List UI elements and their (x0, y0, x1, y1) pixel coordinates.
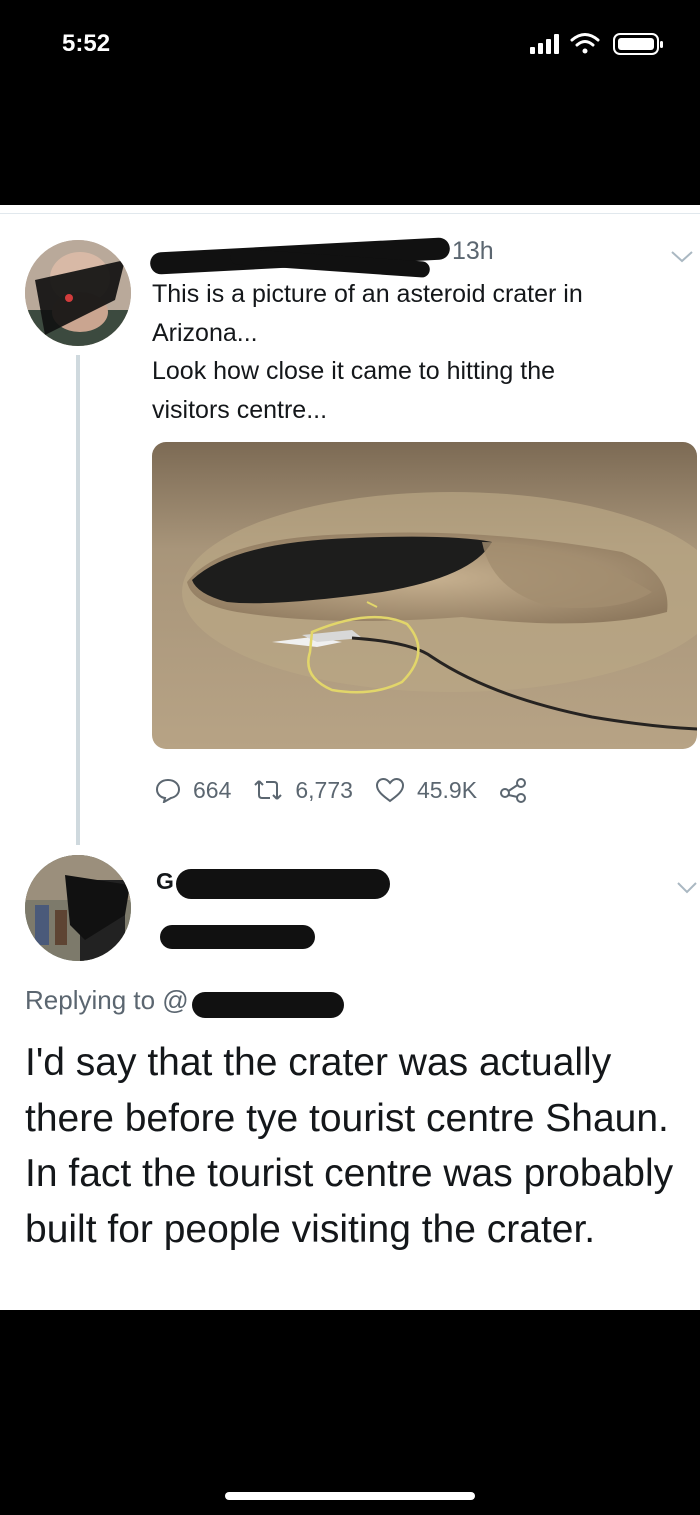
redacted-handle (160, 925, 315, 949)
like-count: 45.9K (416, 776, 478, 803)
share-icon (500, 778, 527, 803)
chevron-down-icon[interactable] (676, 874, 698, 902)
retweet-icon (254, 780, 283, 800)
avatar[interactable] (25, 855, 131, 961)
reply-icon (155, 778, 181, 803)
tweet-text-line: This is a picture of an asteroid crater … (152, 280, 583, 308)
battery-icon (613, 33, 663, 55)
tweet-thread: 13h This is a picture of an asteroid cra… (0, 205, 700, 1310)
like-button[interactable]: 45.9K (375, 777, 477, 804)
status-time: 5:52 (62, 30, 111, 57)
chevron-down-icon[interactable] (670, 243, 694, 271)
share-button[interactable] (499, 777, 541, 803)
avatar[interactable] (25, 240, 131, 346)
wifi-icon (570, 33, 600, 54)
retweet-count: 6,773 (295, 776, 353, 803)
redacted-name (176, 869, 390, 899)
status-bar: 5:52 (0, 0, 700, 205)
divider (0, 213, 700, 214)
retweet-button[interactable]: 6,773 (253, 777, 353, 804)
thread-connector (76, 355, 80, 845)
reply-text: I'd say that the crater was actually the… (25, 1041, 674, 1251)
replying-to: Replying to @ (25, 985, 189, 1015)
system-icons (530, 30, 670, 65)
tweet-timestamp: 13h (452, 237, 494, 265)
reply-count: 664 (193, 776, 232, 803)
tweet-image[interactable] (152, 442, 697, 749)
tweet-text-line: Look how close it came to hitting the (152, 357, 556, 385)
tweet-text-line: Arizona... (152, 318, 258, 347)
redacted-handle (192, 992, 344, 1018)
reply-author-name[interactable]: G (156, 868, 174, 895)
like-icon (375, 777, 404, 803)
tweet-text: This is a picture of an asteroid crater … (152, 275, 682, 429)
signal-icon (530, 34, 559, 54)
tweet-actions: 664 6,773 45.9K (155, 773, 563, 807)
home-indicator[interactable] (225, 1492, 475, 1500)
reply-button[interactable]: 664 (155, 777, 231, 804)
tweet-text-line: visitors centre... (152, 395, 328, 424)
